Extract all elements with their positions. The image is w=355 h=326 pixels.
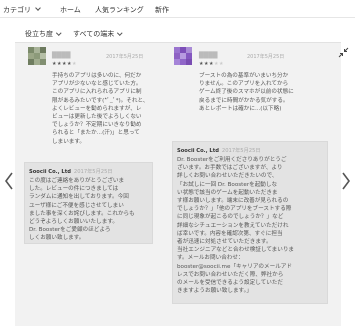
sort-dropdown[interactable]: 役立ち度 (25, 29, 62, 39)
avatar (174, 47, 192, 65)
compress-arrows-icon[interactable] (338, 47, 349, 58)
developer-name: Soocii Co., Ltd (177, 148, 219, 154)
developer-name: Soocii Co., Ltd (29, 169, 71, 175)
star-empty-icon: ★ (71, 61, 77, 67)
reply-date: 2017年5月25日 (221, 148, 261, 154)
device-dropdown-label: すべての端末 (73, 30, 115, 38)
chevron-down-icon (117, 29, 123, 35)
reply-text: この度はご連絡をありがとうございま した。レビューの件につきましては ランダムに… (29, 178, 135, 242)
review-author: ████ (52, 52, 71, 59)
nav-ranking-link[interactable]: 人気ランキング (95, 5, 144, 15)
review-date: 2017年5月25日 (247, 54, 285, 60)
star-empty-icon: ★ (218, 61, 224, 67)
review-filter-bar: 役立ち度 すべての端末 (0, 27, 355, 41)
reply-header: Soocii Co., Ltd 2017年5月25日 (177, 147, 261, 154)
chevron-left-icon[interactable] (4, 171, 14, 191)
review-text: 手持ちのアプリは多いのに、何だか アプリが少ないなと感じていた方。 このアプリに… (52, 73, 149, 145)
developer-reply-1: Soocii Co., Ltd 2017年5月25日 この度はご連絡をありがとうご… (24, 162, 153, 244)
top-navigation: カテゴリ ホーム 人気ランキング 新作 (0, 0, 355, 18)
reply-date: 2017年5月25日 (73, 169, 113, 175)
star-rating: ★★★★★ (52, 61, 77, 67)
review-text: ブーストの為の基準がいまいち分か りません。このアプリを入れてから ゲーム終了後… (199, 73, 294, 112)
category-menu-label: カテゴリ (3, 6, 31, 14)
reply-header: Soocii Co., Ltd 2017年5月25日 (29, 168, 113, 175)
review-author: ████ (199, 52, 218, 59)
chevron-down-icon (35, 5, 41, 11)
chevron-right-icon[interactable] (341, 171, 351, 191)
category-menu[interactable]: カテゴリ (3, 5, 41, 15)
chevron-down-icon (56, 29, 62, 35)
star-rating: ★★★★★ (199, 61, 224, 67)
device-dropdown[interactable]: すべての端末 (73, 29, 123, 39)
sort-dropdown-label: 役立ち度 (25, 30, 53, 38)
developer-reply-2: Soocii Co., Ltd 2017年5月25日 Dr. Boosterをご利… (172, 141, 328, 304)
reply-text: Dr. Boosterをご利用くださりありがとうご ざいます。お手数ではございま… (177, 157, 295, 295)
nav-new-link[interactable]: 新作 (155, 5, 169, 15)
nav-home-link[interactable]: ホーム (60, 5, 81, 15)
review-date: 2017年5月25日 (106, 54, 144, 60)
avatar (28, 47, 46, 65)
